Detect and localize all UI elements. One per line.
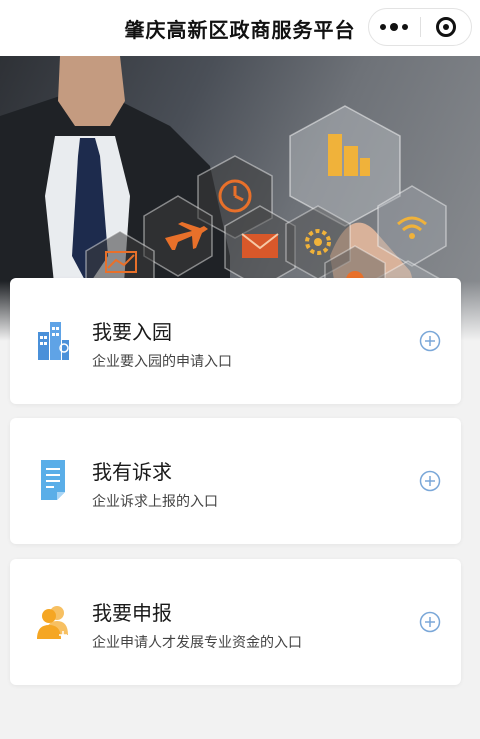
card-title: 我要入园 bbox=[92, 320, 172, 344]
building-icon bbox=[38, 322, 69, 360]
card-submit-request[interactable]: 我有诉求 企业诉求上报的入口 bbox=[10, 418, 461, 544]
users-icon bbox=[37, 606, 68, 639]
card-subtitle: 企业申请人才发展专业资金的入口 bbox=[92, 635, 302, 651]
plus-circle-icon[interactable] bbox=[419, 611, 441, 633]
card-title: 我要申报 bbox=[92, 601, 172, 625]
card-title: 我有诉求 bbox=[92, 460, 172, 484]
card-subtitle: 企业要入园的申请入口 bbox=[92, 354, 232, 370]
card-subtitle: 企业诉求上报的入口 bbox=[92, 494, 218, 510]
document-icon bbox=[41, 460, 65, 500]
card-enter-park[interactable]: 我要入园 企业要入园的申请入口 bbox=[10, 278, 461, 404]
plus-circle-icon[interactable] bbox=[419, 470, 441, 492]
more-dots-icon bbox=[380, 23, 409, 31]
target-close-icon bbox=[435, 17, 456, 37]
close-button[interactable] bbox=[421, 9, 472, 45]
mini-program-capsule bbox=[368, 8, 472, 46]
nav-bar: 肇庆高新区政商服务平台 bbox=[0, 0, 480, 56]
plus-circle-icon[interactable] bbox=[419, 330, 441, 352]
card-apply-funding[interactable]: 我要申报 企业申请人才发展专业资金的入口 bbox=[10, 559, 461, 685]
more-button[interactable] bbox=[369, 9, 420, 45]
